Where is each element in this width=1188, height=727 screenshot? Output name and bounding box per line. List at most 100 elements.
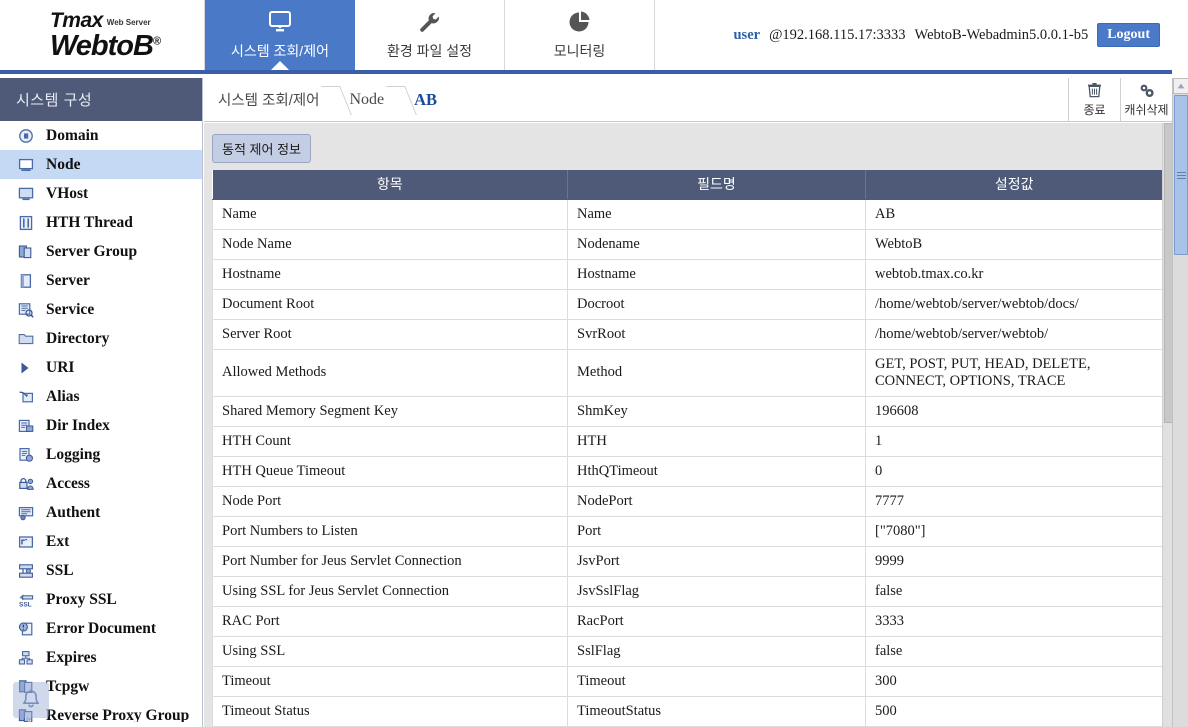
table-row: Server RootSvrRoot/home/webtob/server/we… bbox=[213, 319, 1163, 349]
breadcrumb-item-node[interactable]: Node bbox=[349, 91, 388, 109]
cell-value: 3333 bbox=[866, 606, 1163, 636]
app-version: WebtoB-Webadmin5.0.0.1-b5 bbox=[915, 27, 1089, 44]
sidebar-item-vhost[interactable]: VHost bbox=[0, 179, 202, 208]
sidebar-item-access[interactable]: Access bbox=[0, 469, 202, 498]
brand-logo[interactable]: Tmax Web Server WebtoB® bbox=[0, 0, 205, 70]
page-scrollbar[interactable] bbox=[1172, 78, 1188, 727]
thread-icon bbox=[17, 214, 35, 232]
breadcrumb: 시스템 조회/제어 Node AB bbox=[204, 78, 1068, 121]
cell-item: Port Numbers to Listen bbox=[213, 516, 568, 546]
shutdown-button[interactable]: 종료 bbox=[1068, 78, 1120, 121]
table-row: Using SSL for Jeus Servlet ConnectionJsv… bbox=[213, 576, 1163, 606]
sidebar-item-label: Error Document bbox=[46, 620, 156, 638]
authent-icon bbox=[17, 504, 35, 522]
cell-field: ShmKey bbox=[568, 396, 866, 426]
cell-field: JsvSslFlag bbox=[568, 576, 866, 606]
sidebar-item-dir-index[interactable]: Dir Index bbox=[0, 411, 202, 440]
sidebar-item-proxy-ssl[interactable]: SSL Proxy SSL bbox=[0, 585, 202, 614]
table-row: Port Numbers to ListenPort["7080"] bbox=[213, 516, 1163, 546]
cell-item: Allowed Methods bbox=[213, 349, 568, 396]
config-table: 항목 필드명 설정값 NameNameABNode NameNodenameWe… bbox=[212, 170, 1162, 727]
cell-field: NodePort bbox=[568, 486, 866, 516]
cell-field: HTH bbox=[568, 426, 866, 456]
table-row: HTH Queue TimeoutHthQTimeout0 bbox=[213, 456, 1163, 486]
config-table-scroll[interactable]: 항목 필드명 설정값 NameNameABNode NameNodenameWe… bbox=[212, 170, 1162, 727]
top-header: Tmax Web Server WebtoB® 시스템 조회/제어 환경 파 bbox=[0, 0, 1172, 74]
tab-monitoring[interactable]: 모니터링 bbox=[505, 0, 655, 70]
gears-icon bbox=[1138, 81, 1155, 99]
table-row: Timeout StatusTimeoutStatus500 bbox=[213, 696, 1163, 726]
cell-item: Using SSL for Jeus Servlet Connection bbox=[213, 576, 568, 606]
table-row: Allowed MethodsMethodGET, POST, PUT, HEA… bbox=[213, 349, 1163, 396]
sidebar-item-logging[interactable]: Logging bbox=[0, 440, 202, 469]
sidebar-item-authent[interactable]: Authent bbox=[0, 498, 202, 527]
registered-mark-icon: ® bbox=[153, 35, 160, 47]
sidebar-item-alias[interactable]: Alias bbox=[0, 382, 202, 411]
table-row: Node PortNodePort7777 bbox=[213, 486, 1163, 516]
cell-field: SvrRoot bbox=[568, 319, 866, 349]
tab-config-file-label: 환경 파일 설정 bbox=[387, 41, 472, 61]
ssl-icon bbox=[17, 562, 35, 580]
breadcrumb-toolbar: 종료 캐쉬삭제 bbox=[1068, 78, 1172, 121]
sidebar-item-label: Authent bbox=[46, 504, 100, 522]
service-icon bbox=[17, 301, 35, 319]
breadcrumb-bar: 시스템 조회/제어 Node AB 종료 캐쉬삭제 bbox=[204, 78, 1172, 122]
tab-config-file[interactable]: 환경 파일 설정 bbox=[355, 0, 505, 70]
breadcrumb-item-current: AB bbox=[414, 90, 441, 110]
logout-button[interactable]: Logout bbox=[1097, 23, 1160, 47]
cell-item: RAC Port bbox=[213, 606, 568, 636]
cell-value: 1 bbox=[866, 426, 1163, 456]
sidebar-item-ext[interactable]: Ext bbox=[0, 527, 202, 556]
session-info: user @192.168.115.17:3333 WebtoB-Webadmi… bbox=[655, 0, 1172, 70]
tab-system-control[interactable]: 시스템 조회/제어 bbox=[205, 0, 355, 70]
sidebar-item-tcpgw[interactable]: Tcpgw bbox=[0, 672, 202, 701]
cell-value: 0 bbox=[866, 456, 1163, 486]
cell-value: false bbox=[866, 576, 1163, 606]
sidebar-item-node[interactable]: Node bbox=[0, 150, 202, 179]
vhost-icon bbox=[17, 185, 35, 203]
sidebar-item-label: Ext bbox=[46, 533, 69, 551]
cell-item: Server Root bbox=[213, 319, 568, 349]
cell-field: Name bbox=[568, 199, 866, 229]
clear-cache-button[interactable]: 캐쉬삭제 bbox=[1120, 78, 1172, 121]
server-group-icon bbox=[17, 243, 35, 261]
breadcrumb-item-system-control[interactable]: 시스템 조회/제어 bbox=[218, 89, 323, 110]
sidebar-title: 시스템 구성 bbox=[0, 78, 202, 121]
tab-system-control-label: 시스템 조회/제어 bbox=[231, 41, 329, 61]
cell-value: GET, POST, PUT, HEAD, DELETE, CONNECT, O… bbox=[866, 349, 1163, 396]
sidebar-item-service[interactable]: Service bbox=[0, 295, 202, 324]
column-header-value: 설정값 bbox=[866, 170, 1163, 199]
expires-icon bbox=[17, 649, 35, 667]
cell-item: Timeout bbox=[213, 666, 568, 696]
cell-field: Nodename bbox=[568, 229, 866, 259]
error-document-icon bbox=[17, 620, 35, 638]
sidebar-item-expires[interactable]: Expires bbox=[0, 643, 202, 672]
sidebar-item-label: HTH Thread bbox=[46, 214, 133, 232]
sidebar-item-hth-thread[interactable]: HTH Thread bbox=[0, 208, 202, 237]
sidebar-item-label: VHost bbox=[46, 185, 88, 203]
cell-item: HTH Count bbox=[213, 426, 568, 456]
page-scrollbar-thumb[interactable] bbox=[1174, 95, 1188, 255]
sidebar-item-uri[interactable]: URI bbox=[0, 353, 202, 382]
sidebar-item-domain[interactable]: Domain bbox=[0, 121, 202, 150]
sidebar-item-server-group[interactable]: Server Group bbox=[0, 237, 202, 266]
cell-field: HthQTimeout bbox=[568, 456, 866, 486]
cell-item: Hostname bbox=[213, 259, 568, 289]
table-row: HTH CountHTH1 bbox=[213, 426, 1163, 456]
dir-index-icon bbox=[17, 417, 35, 435]
table-row: Document RootDocroot/home/webtob/server/… bbox=[213, 289, 1163, 319]
breadcrumb-separator-icon bbox=[323, 78, 349, 122]
sidebar-item-error-document[interactable]: Error Document bbox=[0, 614, 202, 643]
scroll-up-arrow-icon[interactable] bbox=[1173, 78, 1188, 94]
sidebar-item-ssl[interactable]: SSL bbox=[0, 556, 202, 585]
dynamic-control-info-button[interactable]: 동적 제어 정보 bbox=[212, 134, 311, 163]
column-header-item: 항목 bbox=[213, 170, 568, 199]
sidebar-item-label: Node bbox=[46, 156, 80, 174]
cell-value: /home/webtob/server/webtob/ bbox=[866, 319, 1163, 349]
sidebar-item-server[interactable]: Server bbox=[0, 266, 202, 295]
cell-item: Document Root bbox=[213, 289, 568, 319]
sidebar-item-directory[interactable]: Directory bbox=[0, 324, 202, 353]
trash-icon bbox=[1086, 81, 1103, 99]
folder-icon bbox=[17, 330, 35, 348]
table-row: Port Number for Jeus Servlet ConnectionJ… bbox=[213, 546, 1163, 576]
